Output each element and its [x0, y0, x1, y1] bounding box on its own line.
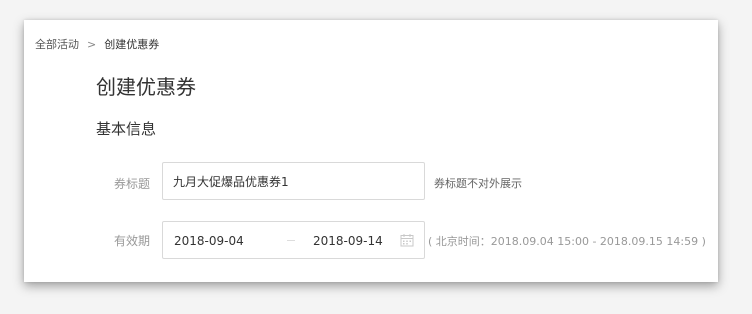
date-range-separator	[287, 240, 295, 241]
coupon-title-label: 券标题	[113, 177, 150, 191]
validity-start-date[interactable]: 2018-09-04	[174, 234, 244, 248]
coupon-title-hint: 券标题不对外展示	[434, 177, 522, 190]
calendar-icon[interactable]	[400, 233, 414, 247]
validity-end-date[interactable]: 2018-09-14	[313, 234, 383, 248]
breadcrumb-current: 创建优惠券	[104, 38, 160, 51]
page-title: 创建优惠券	[96, 75, 196, 99]
validity-date-range-picker[interactable]: 2018-09-04 2018-09-14	[162, 221, 425, 259]
coupon-title-input[interactable]	[162, 162, 425, 200]
breadcrumb-separator: >	[87, 37, 97, 51]
coupon-form-card: 全部活动 > 创建优惠券 创建优惠券 基本信息 券标题 券标题不对外展示 有效期…	[24, 20, 718, 282]
breadcrumb: 全部活动 > 创建优惠券	[35, 36, 159, 52]
validity-label: 有效期	[113, 234, 150, 248]
validity-beijing-time-hint: ( 北京时间：2018.09.04 15:00 - 2018.09.15 14:…	[428, 235, 706, 248]
section-title-basic-info: 基本信息	[96, 120, 157, 138]
breadcrumb-all-activities[interactable]: 全部活动	[35, 36, 79, 52]
